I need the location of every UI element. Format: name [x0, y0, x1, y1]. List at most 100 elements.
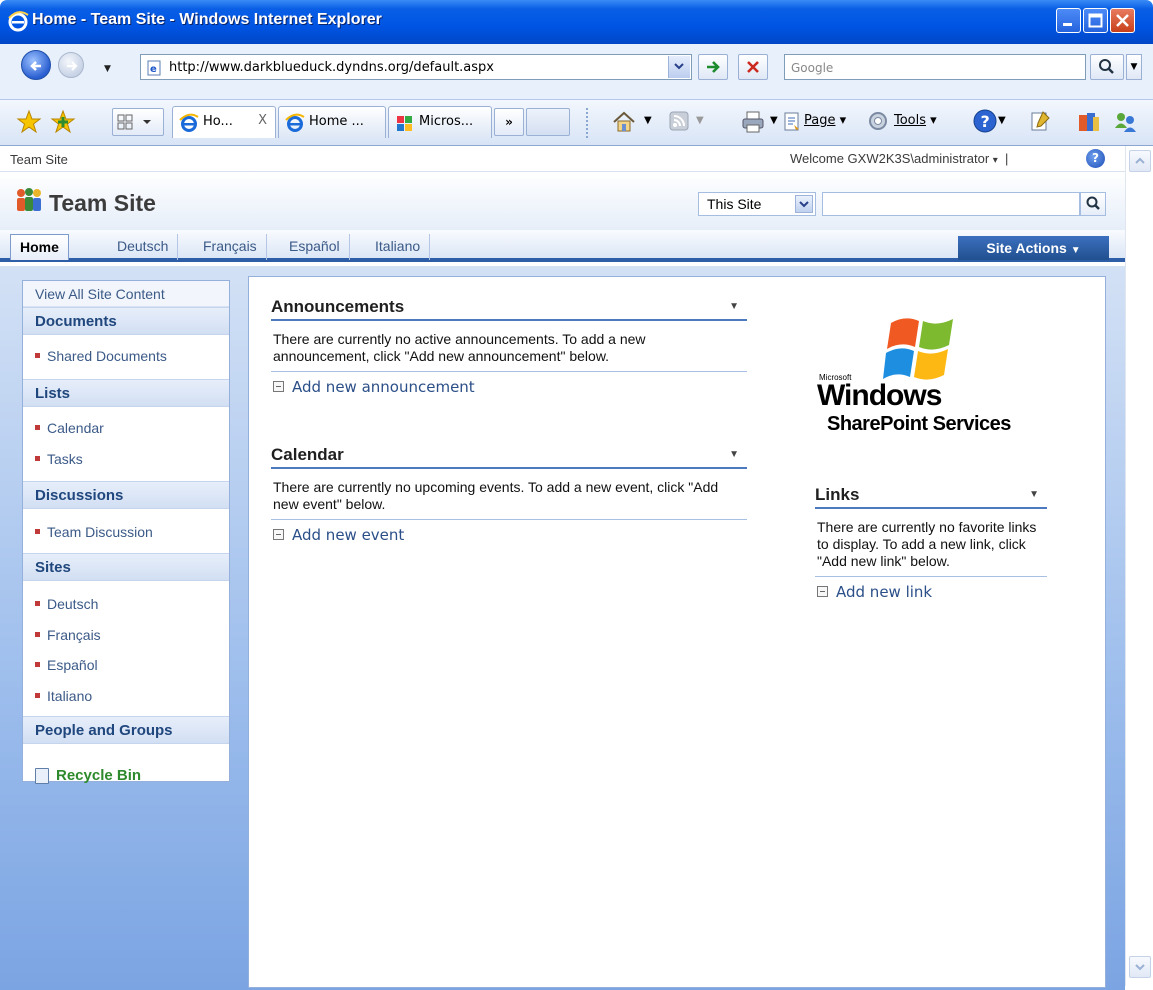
go-icon: [707, 61, 720, 73]
announcements-title[interactable]: Announcements ▼: [271, 295, 747, 321]
links-webpart: Links ▼ There are currently no favorite …: [815, 483, 1047, 607]
home-icon[interactable]: [610, 108, 638, 136]
webpart-menu-icon[interactable]: ▼: [729, 301, 739, 312]
blog-icon[interactable]: [1028, 109, 1052, 133]
close-button[interactable]: [1110, 8, 1135, 33]
links-title[interactable]: Links ▼: [815, 483, 1047, 509]
maximize-icon: [1088, 13, 1103, 28]
quick-launch-item-italiano[interactable]: Italiano: [35, 688, 92, 704]
browser-tab-active[interactable]: Ho... X: [172, 106, 276, 138]
quick-launch-header-people-and-groups[interactable]: People and Groups: [23, 716, 229, 744]
home-dropdown[interactable]: ▼: [644, 115, 652, 126]
quick-launch-item-deutsch[interactable]: Deutsch: [35, 596, 98, 612]
tab-espanol[interactable]: Español: [280, 234, 350, 260]
welcome-menu[interactable]: Welcome GXW2K3S\administrator ▾ |: [790, 151, 1008, 166]
vertical-scrollbar[interactable]: [1125, 146, 1153, 986]
address-dropdown[interactable]: [668, 56, 690, 78]
scroll-down-button[interactable]: [1129, 956, 1151, 978]
site-search-button[interactable]: [1080, 192, 1106, 216]
sp-help-icon[interactable]: ?: [1086, 149, 1105, 168]
tab-home[interactable]: Home: [10, 234, 69, 260]
add-item-icon: [273, 529, 284, 540]
recent-pages-dropdown[interactable]: ▼: [104, 64, 111, 74]
ie-icon: [179, 113, 199, 132]
favorites-star-icon[interactable]: [16, 109, 42, 135]
stop-button[interactable]: [738, 54, 768, 80]
quick-launch-item-shared-documents[interactable]: Shared Documents: [35, 348, 167, 364]
quick-launch-item-tasks[interactable]: Tasks: [35, 451, 83, 467]
close-tab-icon[interactable]: X: [258, 113, 267, 128]
add-new-link[interactable]: Add new link: [815, 577, 1047, 607]
quick-launch-header-documents[interactable]: Documents: [23, 307, 229, 335]
tab-deutsch[interactable]: Deutsch: [108, 234, 179, 260]
tab-italiano[interactable]: Italiano: [366, 234, 431, 260]
search-icon: [1086, 196, 1100, 210]
print-dropdown[interactable]: ▼: [770, 115, 778, 126]
page-icon: [784, 112, 799, 131]
quick-launch-item-francais[interactable]: Français: [35, 627, 101, 643]
calendar-title[interactable]: Calendar ▼: [271, 443, 747, 469]
add-new-announcement-link[interactable]: Add new announcement: [271, 372, 747, 402]
new-tab-button[interactable]: [526, 108, 570, 136]
browser-tab[interactable]: Home ...: [278, 106, 386, 138]
address-toolbar: ▼ e http://www.darkblueduck.dyndns.org/d…: [0, 44, 1153, 100]
add-new-event-link[interactable]: Add new event: [271, 520, 747, 550]
tab-list-button[interactable]: »: [494, 108, 524, 136]
main-content: Announcements ▼ There are currently no a…: [248, 276, 1106, 988]
tools-menu[interactable]: Tools ▾: [894, 113, 937, 128]
site-search-input[interactable]: [822, 192, 1080, 216]
recycle-bin-link[interactable]: Recycle Bin: [35, 767, 141, 785]
go-button[interactable]: [698, 54, 728, 80]
address-url[interactable]: http://www.darkblueduck.dyndns.org/defau…: [169, 60, 494, 75]
add-favorites-icon[interactable]: [50, 109, 76, 135]
messenger-icon[interactable]: [1112, 108, 1140, 136]
calendar-webpart: Calendar ▼ There are currently no upcomi…: [271, 443, 747, 550]
page-menu[interactable]: Page ▾: [804, 113, 846, 128]
quick-launch-header-lists[interactable]: Lists: [23, 379, 229, 407]
quick-launch-item-calendar[interactable]: Calendar: [35, 420, 104, 436]
address-bar[interactable]: e http://www.darkblueduck.dyndns.org/def…: [140, 54, 692, 80]
window-title: Home - Team Site - Windows Internet Expl…: [32, 11, 382, 28]
links-empty-message: There are currently no favorite links to…: [815, 509, 1047, 577]
sharepoint-global-bar: Team Site Welcome GXW2K3S\administrator …: [0, 146, 1125, 172]
brand-product: SharePoint Services: [827, 413, 1011, 435]
search-placeholder: Google: [791, 61, 834, 75]
forward-button[interactable]: [58, 52, 84, 78]
search-input[interactable]: Google: [784, 54, 1086, 80]
search-scope-select[interactable]: This Site: [698, 192, 816, 216]
quick-launch-item-espanol[interactable]: Español: [35, 657, 98, 673]
tab-label: Ho...: [203, 114, 233, 129]
chevron-down-icon: [674, 63, 684, 70]
search-button[interactable]: [1090, 54, 1124, 80]
announcements-webpart: Announcements ▼ There are currently no a…: [271, 295, 747, 402]
global-breadcrumb[interactable]: Team Site: [10, 152, 68, 167]
search-options-dropdown[interactable]: ▼: [1126, 54, 1142, 80]
minimize-button[interactable]: [1056, 8, 1081, 33]
quick-launch-item-team-discussion[interactable]: Team Discussion: [35, 524, 153, 540]
quick-launch-header-discussions[interactable]: Discussions: [23, 481, 229, 509]
print-icon[interactable]: [740, 109, 766, 135]
view-all-site-content-link[interactable]: View All Site Content: [23, 281, 229, 307]
quick-tabs-button[interactable]: [112, 108, 164, 136]
ie-icon: [285, 113, 305, 132]
scroll-up-button[interactable]: [1129, 150, 1151, 172]
rss-icon[interactable]: [668, 110, 690, 132]
rss-dropdown[interactable]: ▼: [696, 115, 704, 126]
tab-label: Home ...: [309, 114, 364, 129]
maximize-button[interactable]: [1083, 8, 1108, 33]
webpart-menu-icon[interactable]: ▼: [729, 449, 739, 460]
help-icon[interactable]: ?: [972, 108, 998, 134]
research-icon[interactable]: [1076, 109, 1102, 135]
tab-francais[interactable]: Français: [194, 234, 267, 260]
site-title[interactable]: Team Site: [49, 190, 156, 217]
back-button[interactable]: [21, 50, 51, 80]
webpart-menu-icon[interactable]: ▼: [1029, 489, 1039, 500]
browser-tab[interactable]: Micros...: [388, 106, 492, 138]
forward-icon: [67, 61, 78, 71]
svg-text:?: ?: [981, 112, 990, 131]
windows-flag-icon: [883, 318, 953, 380]
quick-launch-header-sites[interactable]: Sites: [23, 553, 229, 581]
help-dropdown[interactable]: ▼: [998, 115, 1006, 126]
back-icon: [30, 61, 41, 71]
site-actions-menu[interactable]: Site Actions ▼: [958, 236, 1109, 260]
